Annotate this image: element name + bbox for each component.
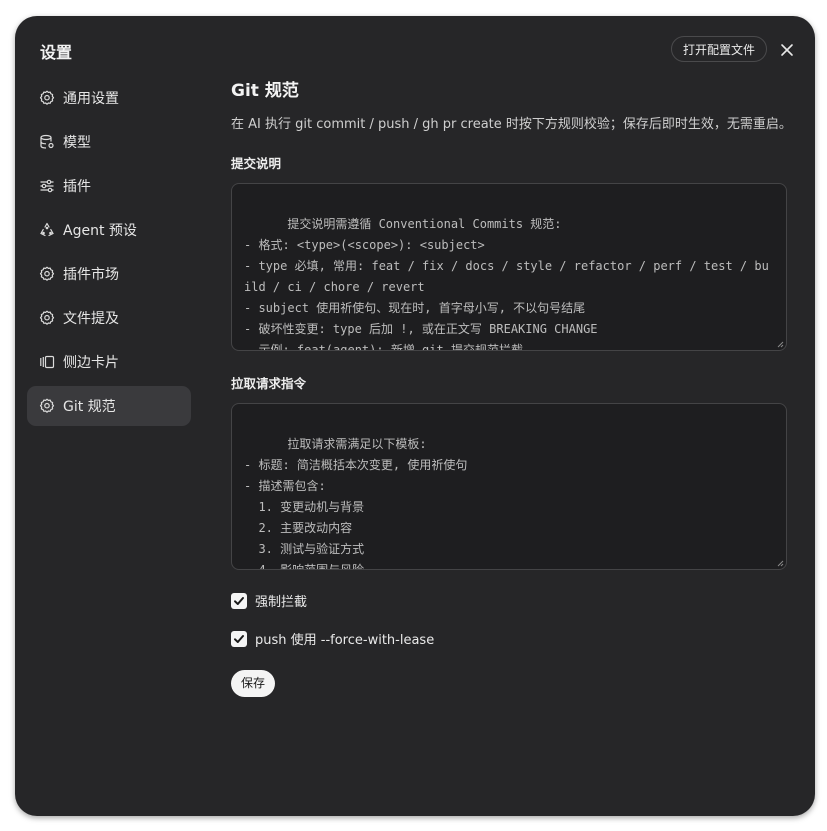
force-with-lease-checkbox[interactable] [231,630,247,647]
settings-dialog: 设置 打开配置文件 通用设置 模型 插件 Agent 预设 插件市场 文件提及 … [15,16,815,816]
sidebar-item-label: Agent 预设 [63,223,137,239]
sidebar-item-general[interactable]: 通用设置 [27,78,191,118]
dialog-title: 设置 [40,45,73,62]
sidebar-item-label: 侧边卡片 [63,355,119,371]
sidebar-item-agent-preset[interactable]: Agent 预设 [27,210,191,250]
gear-icon [39,90,55,105]
database-icon [40,134,54,149]
sidebar-item-side-cards[interactable]: 侧边卡片 [27,342,191,382]
pr-rules-text: 拉取请求需满足以下模板: - 标题: 简洁概括本次变更, 使用祈使句 - 描述需… [244,437,468,570]
sidebar-item-label: 插件 [63,179,91,195]
open-config-file-button[interactable]: 打开配置文件 [671,36,768,62]
gear-icon [39,398,55,413]
force-with-lease-label: push 使用 --force-with-lease [255,633,435,648]
sliders-icon [40,179,54,193]
resize-grip-icon[interactable] [776,559,784,567]
commit-rules-text: 提交说明需遵循 Conventional Commits 规范: - 格式: <… [244,217,769,351]
force-block-checkbox[interactable] [231,592,247,609]
close-button[interactable] [777,40,797,60]
commit-section-label: 提交说明 [231,156,282,171]
sidebar-item-label: 通用设置 [63,91,119,107]
save-button[interactable]: 保存 [231,670,276,697]
gear-icon [39,310,55,325]
sidebar-item-models[interactable]: 模型 [27,122,191,162]
page-description: 在 AI 执行 git commit / push / gh pr create… [231,117,792,132]
sidebar-item-label: Git 规范 [63,399,116,415]
resize-grip-icon[interactable] [776,340,784,348]
agent-icon [40,222,54,237]
force-block-option[interactable]: 强制拦截 [231,591,307,610]
sidebar-card-icon [40,355,55,369]
gear-icon [39,266,55,281]
page-title: Git 规范 [231,81,299,101]
checkmark-icon [234,596,244,605]
sidebar-item-plugins[interactable]: 插件 [27,166,191,206]
checkmark-icon [234,634,244,643]
sidebar-item-plugin-market[interactable]: 插件市场 [27,254,191,294]
sidebar-item-file-mentions[interactable]: 文件提及 [27,298,191,338]
force-with-lease-option[interactable]: push 使用 --force-with-lease [231,629,434,648]
close-icon [781,44,793,56]
sidebar-item-label: 模型 [63,135,91,151]
sidebar-item-label: 文件提及 [63,311,119,327]
sidebar-item-label: 插件市场 [63,267,119,283]
commit-rules-textarea[interactable]: 提交说明需遵循 Conventional Commits 规范: - 格式: <… [231,183,787,351]
force-block-label: 强制拦截 [255,595,308,610]
pr-rules-textarea[interactable]: 拉取请求需满足以下模板: - 标题: 简洁概括本次变更, 使用祈使句 - 描述需… [231,403,787,570]
sidebar: 通用设置 模型 插件 Agent 预设 插件市场 文件提及 侧边卡片 Git 规… [27,78,191,430]
sidebar-item-git-rules[interactable]: Git 规范 [27,386,191,426]
pr-section-label: 拉取请求指令 [231,376,307,391]
